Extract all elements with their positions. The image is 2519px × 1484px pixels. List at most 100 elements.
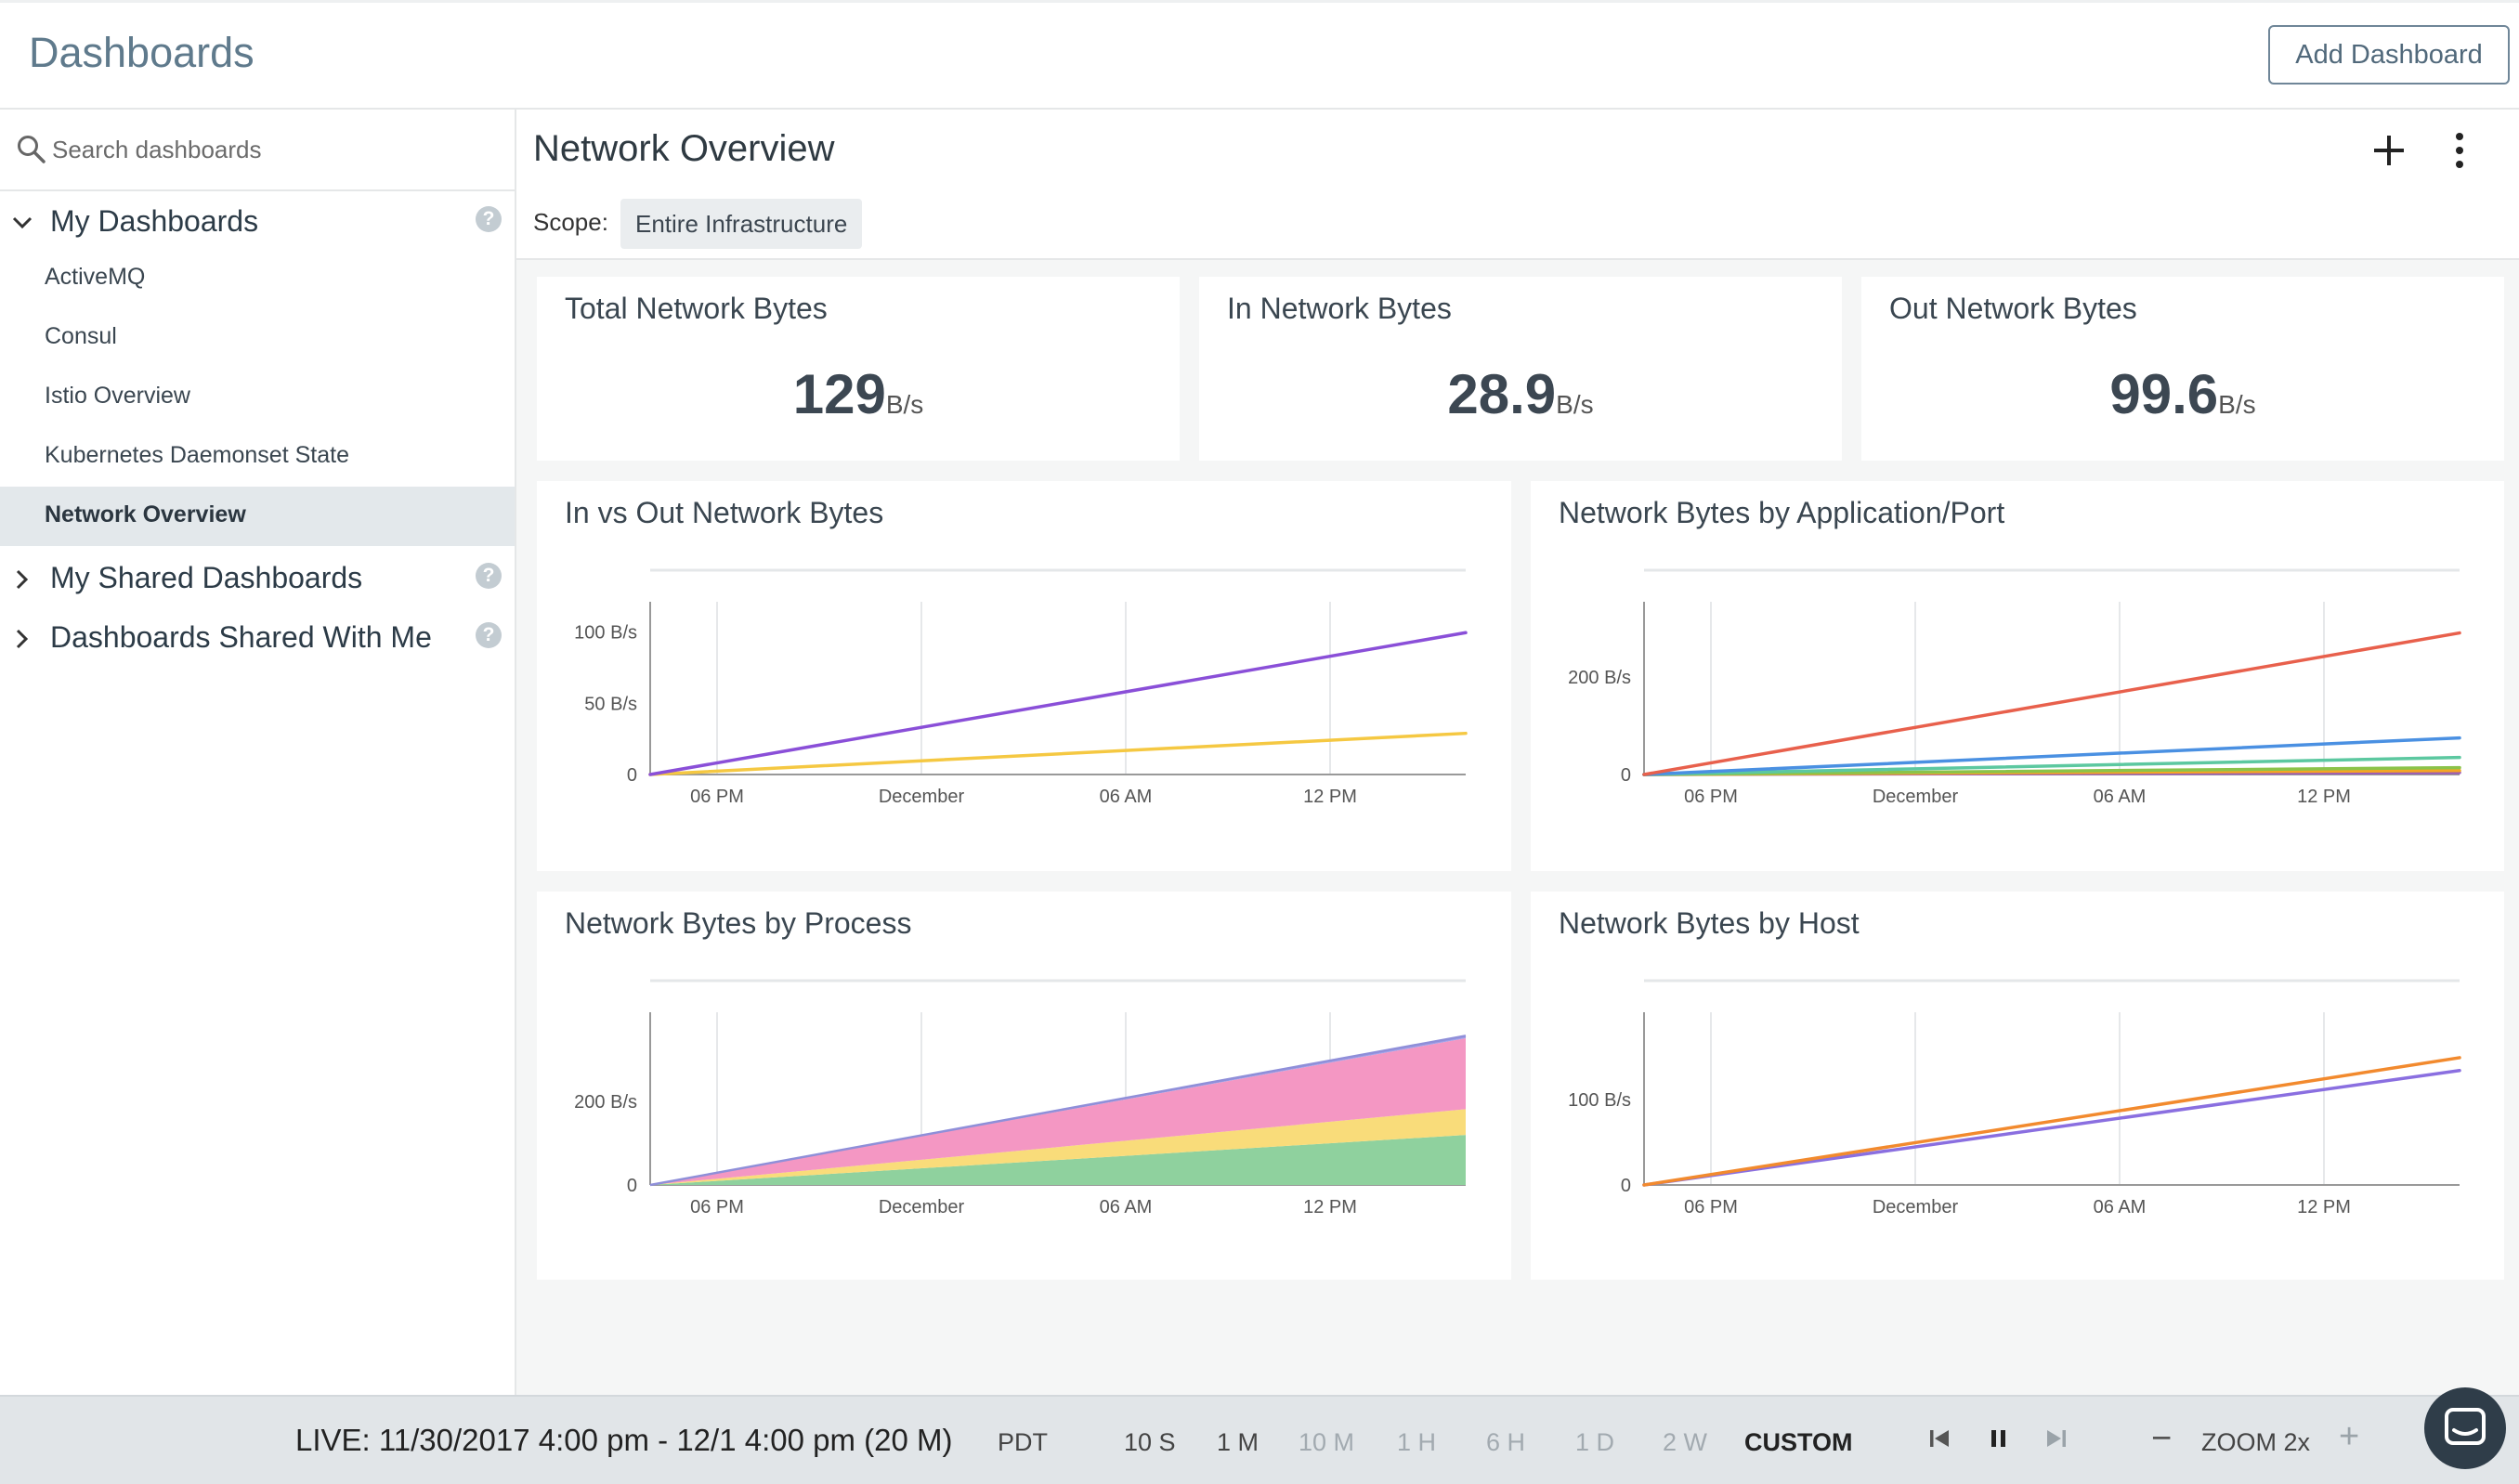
line-series [1642,1056,2461,1187]
stat-title: Out Network Bytes [1889,292,2137,325]
search-row [0,110,515,191]
help-icon[interactable]: ? [476,563,502,589]
dashboard-header: Network Overview Scope: Entire Infrastru… [516,110,2519,260]
y-tick-label: 0 [627,765,637,786]
chart-in-vs-out[interactable]: 0 50 B/s 100 B/s 06 PM December 06 AM 12 PM [537,481,1511,871]
help-icon[interactable]: ? [476,206,502,232]
search-input[interactable] [52,128,489,171]
top-header: Dashboards Add Dashboard [0,0,2519,110]
timezone-selector[interactable]: PDT [998,1428,1048,1457]
group-label: My Shared Dashboards [50,561,363,594]
group-dashboards-shared-with-me[interactable]: Dashboards Shared With Me ? [0,613,515,665]
y-tick-label: 0 [1621,765,1631,786]
chevron-down-icon [12,216,33,229]
stat-value: 28.9B/s [1199,362,1842,426]
plus-icon[interactable] [2369,130,2409,171]
add-dashboard-button[interactable]: Add Dashboard [2268,25,2510,85]
x-tick-label: 12 PM [2297,787,2351,807]
group-my-dashboards[interactable]: My Dashboards ? [0,197,515,249]
chart-card-by-application: Network Bytes by Application/Port 0 200 B… [1531,481,2504,871]
x-tick-label: 12 PM [2297,1197,2351,1217]
x-tick-label: 06 PM [1684,1197,1738,1217]
pause-icon[interactable] [1988,1426,2010,1451]
x-tick-label: 06 AM [2094,787,2147,807]
zoom-out-button[interactable]: − [2151,1419,2172,1459]
scope-selector[interactable]: Entire Infrastructure [620,199,863,249]
range-6h[interactable]: 6 H [1486,1428,1525,1457]
range-2w[interactable]: 2 W [1663,1428,1707,1457]
sidebar: My Dashboards ? ActiveMQ Consul Istio Ov… [0,110,516,1395]
sidebar-item-label: ActiveMQ [45,264,146,290]
sidebar-item-label: Consul [45,323,117,349]
stat-title: In Network Bytes [1227,292,1452,325]
y-tick-label: 100 B/s [574,623,637,644]
range-custom[interactable]: CUSTOM [1744,1428,1853,1457]
zoom-in-button[interactable]: + [2339,1417,2359,1457]
stat-card-in: In Network Bytes 28.9B/s [1199,277,1842,461]
stat-unit: B/s [1556,390,1594,419]
chart-by-process[interactable]: 0 200 B/s 06 PM December 06 AM 12 PM [537,892,1511,1280]
range-10s[interactable]: 10 S [1124,1428,1176,1457]
sidebar-item-label: Istio Overview [45,383,190,409]
x-tick-label: 06 AM [1100,1197,1153,1217]
x-tick-label: December [1873,1197,1959,1217]
x-tick-label: 06 PM [1684,787,1738,807]
chat-button[interactable] [2424,1387,2506,1469]
chart-card-by-process: Network Bytes by Process 0 200 B/s 06 PM De… [537,892,1511,1280]
page-title: Network Overview [533,128,835,169]
stat-number: 99.6 [2109,363,2219,425]
range-1m[interactable]: 1 M [1217,1428,1259,1457]
x-tick-label: 06 PM [690,1197,744,1217]
sidebar-item-consul[interactable]: Consul [0,308,515,368]
stat-value: 129B/s [537,362,1180,426]
stat-number: 28.9 [1447,363,1557,425]
line-series [1642,1068,2461,1187]
sidebar-item-network-overview[interactable]: Network Overview [0,487,515,546]
chart-by-application[interactable]: 0 200 B/s 06 PM December 06 AM 12 PM [1531,481,2504,871]
chart-by-host[interactable]: 0 100 B/s 06 PM December 06 AM 12 PM [1531,892,2504,1280]
sidebar-item-kubernetes-daemonset-state[interactable]: Kubernetes Daemonset State [0,427,515,487]
more-options-icon[interactable] [2448,130,2471,171]
sidebar-item-istio-overview[interactable]: Istio Overview [0,368,515,427]
group-my-shared-dashboards[interactable]: My Shared Dashboards ? [0,553,515,605]
chevron-right-icon [16,629,29,649]
x-tick-label: 12 PM [1303,787,1357,807]
sidebar-item-label: Network Overview [45,501,246,527]
stat-card-out: Out Network Bytes 99.6B/s [1861,277,2504,461]
chat-icon [2445,1408,2486,1445]
app-title: Dashboards [29,29,255,76]
y-tick-label: 50 B/s [584,694,637,714]
search-icon [18,136,46,163]
sidebar-item-label: Kubernetes Daemonset State [45,442,349,468]
x-tick-label: December [879,787,965,807]
time-bar: LIVE: 11/30/2017 4:00 pm - 12/1 4:00 pm … [0,1395,2519,1484]
range-1h[interactable]: 1 H [1397,1428,1436,1457]
y-tick-label: 200 B/s [1568,668,1631,688]
chevron-right-icon [16,569,29,590]
y-tick-label: 0 [1621,1176,1631,1196]
chart-card-in-vs-out: In vs Out Network Bytes 0 50 B/s 100 B/s 06… [537,481,1511,871]
x-tick-label: December [1873,787,1959,807]
range-1d[interactable]: 1 D [1575,1428,1614,1457]
live-range: LIVE: 11/30/2017 4:00 pm - 12/1 4:00 pm … [295,1423,953,1457]
sidebar-item-activemq[interactable]: ActiveMQ [0,249,515,308]
y-tick-label: 0 [627,1176,637,1196]
group-label: Dashboards Shared With Me [50,620,432,654]
help-icon[interactable]: ? [476,622,502,648]
x-tick-label: 06 PM [690,787,744,807]
range-10m[interactable]: 10 M [1299,1428,1354,1457]
skip-forward-icon[interactable] [2045,1426,2068,1451]
stat-unit: B/s [2218,390,2256,419]
x-tick-label: 06 AM [1100,787,1153,807]
line-series [1642,631,2461,776]
stat-card-total: Total Network Bytes 129B/s [537,277,1180,461]
chart-card-by-host: Network Bytes by Host 0 100 B/s 06 PM Decem… [1531,892,2504,1280]
x-tick-label: 06 AM [2094,1197,2147,1217]
x-tick-label: December [879,1197,965,1217]
stat-value: 99.6B/s [1861,362,2504,426]
x-tick-label: 12 PM [1303,1197,1357,1217]
y-tick-label: 100 B/s [1568,1090,1631,1111]
skip-back-icon[interactable] [1928,1426,1951,1451]
stat-title: Total Network Bytes [565,292,828,325]
zoom-level: ZOOM 2x [2201,1428,2311,1456]
